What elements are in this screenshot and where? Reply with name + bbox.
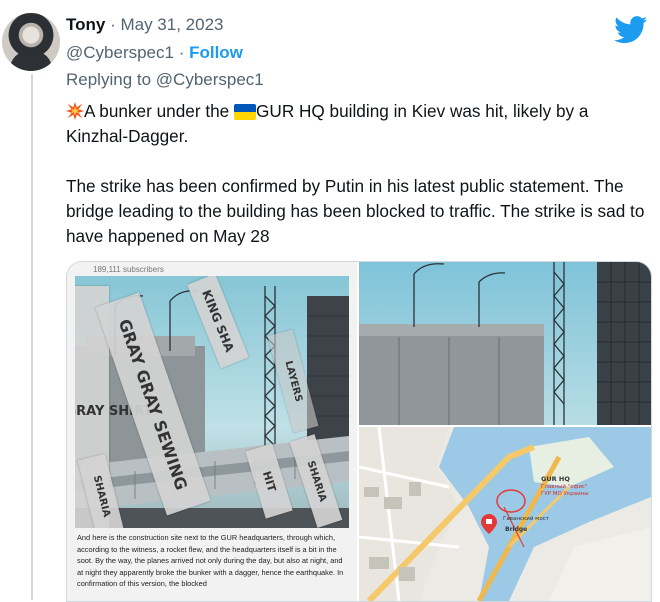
paper-label-layers-text: LAYERS — [282, 359, 304, 403]
media-image-right-top[interactable] — [359, 262, 651, 425]
thread-line — [31, 74, 33, 600]
building-photo — [359, 262, 651, 425]
twitter-bird-icon[interactable] — [614, 16, 648, 44]
map-hq-sublabel-1: Главный "офис" — [541, 484, 588, 490]
tweet-date[interactable]: · May 31, 2023 — [105, 15, 223, 34]
paper-label-hit-text: HIT — [259, 469, 279, 493]
media-image-map[interactable]: GUR HQ Главный "офис" ГУР МО Украины Гав… — [359, 427, 651, 601]
map — [359, 427, 651, 601]
reply-prefix: Replying to — [66, 70, 156, 89]
subscribers-count: 189,111 subscribers — [93, 265, 164, 274]
tweet-line1-a: A bunker under the — [84, 101, 235, 121]
map-bridge-label: Bridge — [505, 526, 528, 533]
tweet-text: A bunker under the GUR HQ building in Ki… — [66, 99, 651, 249]
media-image-left[interactable]: 189,111 subscribers GRAY GRAY SEWING KIN… — [67, 262, 357, 601]
tweet-media[interactable]: 189,111 subscribers GRAY GRAY SEWING KIN… — [66, 261, 652, 602]
construction-photo: GIFT GRAY SHIRT GRAY GRAY SEWING KING SH… — [75, 276, 349, 528]
reply-context: Replying to @Cyberspec1 — [66, 69, 264, 91]
paper-label-sharia-right-text: SHARIA — [304, 459, 328, 503]
map-hq-sublabel-2: ГУР МО Украины — [541, 491, 589, 497]
handle-row: @Cyberspec1 · Follow — [66, 42, 243, 64]
tweet-paragraph-2: The strike has been confirmed by Putin i… — [66, 176, 645, 246]
tweet-paragraph-1: A bunker under the GUR HQ building in Ki… — [66, 99, 651, 149]
ukraine-flag-emoji-icon — [234, 104, 257, 120]
map-bridge-label-ru: Гаванский мост — [503, 516, 549, 522]
author-handle[interactable]: @Cyberspec1 — [66, 43, 174, 62]
map-pin-icon — [481, 514, 497, 534]
reply-handle[interactable]: @Cyberspec1 — [156, 70, 264, 89]
separator-dot: · — [173, 43, 190, 62]
avatar[interactable] — [2, 13, 60, 71]
collision-emoji-icon — [66, 102, 84, 120]
author-name[interactable]: Tony — [66, 15, 105, 34]
paper-label-sharia-left-text: SHARIA — [90, 474, 112, 518]
tweet-header: Tony · May 31, 2023 — [66, 14, 223, 36]
map-hq-label: GUR HQ — [541, 475, 570, 483]
follow-button[interactable]: Follow — [189, 43, 243, 62]
image-caption: And here is the construction site next t… — [77, 533, 344, 588]
